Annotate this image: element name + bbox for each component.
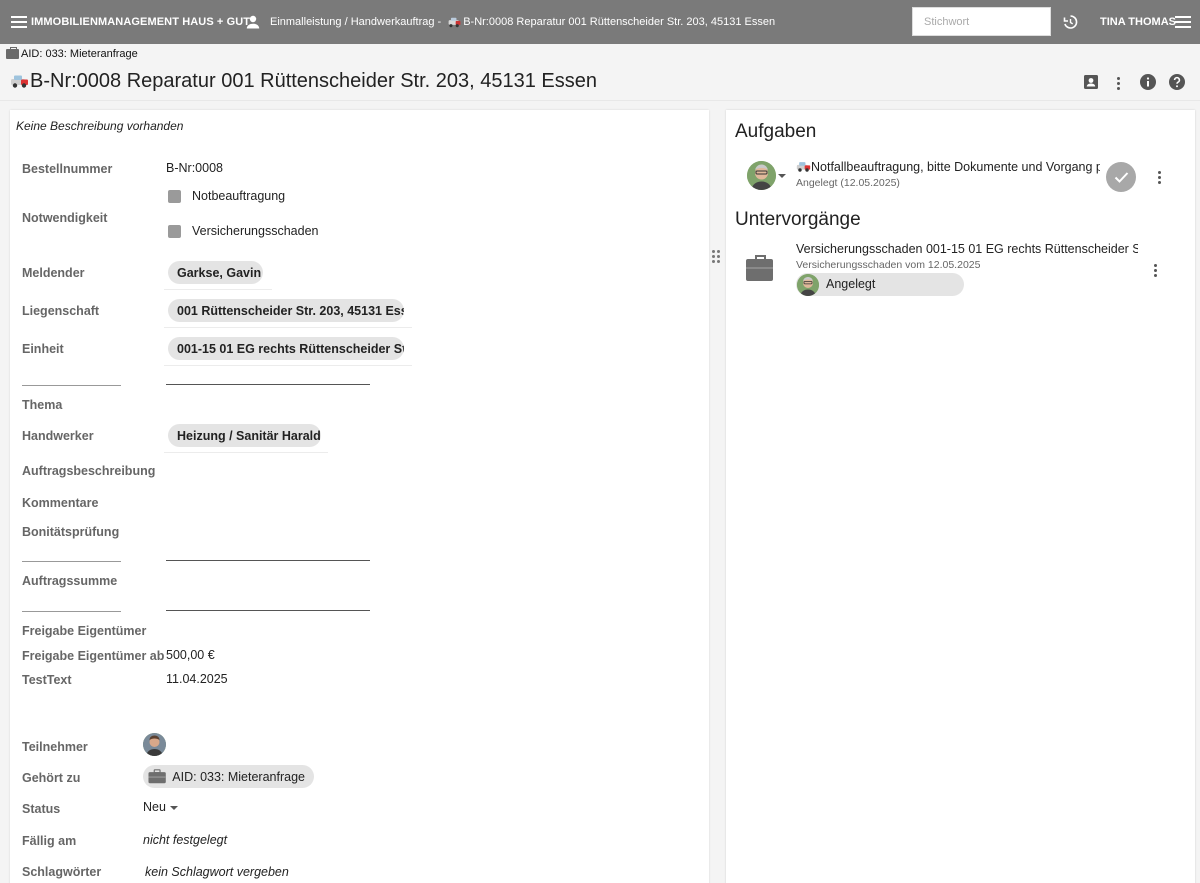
liegenschaft-chip[interactable]: 001 Rüttenscheider Str. 203, 45131 Essen bbox=[168, 299, 404, 322]
description-text: Keine Beschreibung vorhanden bbox=[16, 119, 184, 133]
subprocess-status: Angelegt bbox=[826, 277, 876, 291]
gehoert-label: Gehört zu bbox=[22, 771, 81, 785]
versicherungsschaden-label: Versicherungsschaden bbox=[192, 224, 319, 238]
testtext-value: 11.04.2025 bbox=[166, 672, 228, 686]
breadcrumb-label: AID: 033: Mieteranfrage bbox=[21, 48, 138, 60]
divider bbox=[164, 289, 272, 290]
schlagwoerter-label: Schlagwörter bbox=[22, 865, 102, 879]
contact-book-icon[interactable] bbox=[1082, 73, 1100, 91]
testtext-label: TestText bbox=[22, 673, 72, 687]
top-bar: IMMOBILIENMANAGEMENT HAUS + GUT Einmalle… bbox=[0, 0, 1200, 44]
breadcrumb[interactable]: AID: 033: Mieteranfrage bbox=[6, 47, 138, 61]
context-record: B-Nr:0008 Reparatur 001 Rüttenscheider S… bbox=[463, 16, 776, 28]
untervorgaenge-title: Untervorgänge bbox=[735, 209, 861, 230]
resize-handle[interactable] bbox=[712, 250, 721, 264]
details-panel bbox=[10, 110, 709, 883]
bonitaet-input-line[interactable] bbox=[166, 560, 370, 561]
auftragssumme-input-line[interactable] bbox=[166, 610, 370, 611]
history-icon bbox=[1063, 15, 1078, 29]
divider bbox=[164, 327, 412, 328]
task-title[interactable]: Notfallbeauftragung, bitte Dokumente und… bbox=[796, 160, 1100, 174]
gehoert-value: AID: 033: Mieteranfrage bbox=[172, 769, 305, 784]
chevron-down-icon[interactable] bbox=[170, 806, 178, 810]
liegenschaft-label: Liegenschaft bbox=[22, 304, 100, 318]
context-prefix: Einmalleistung / Handwerkauftrag - bbox=[270, 16, 442, 28]
kommentare-label: Kommentare bbox=[22, 496, 99, 510]
user-name[interactable]: TINA THOMAS bbox=[1100, 0, 1176, 44]
teilnehmer-label: Teilnehmer bbox=[22, 740, 88, 754]
car-icon bbox=[11, 75, 28, 88]
notbeauftragung-label: Notbeauftragung bbox=[192, 189, 286, 203]
bonitaet-label: Bonitätsprüfung bbox=[22, 525, 120, 539]
subprocess-title[interactable]: Versicherungsschaden 001-15 01 EG rechts… bbox=[796, 242, 1138, 256]
more-vert-icon[interactable] bbox=[1154, 264, 1158, 279]
search-input[interactable] bbox=[912, 7, 1051, 36]
car-icon bbox=[448, 17, 461, 27]
freigabe-label: Freigabe Eigentümer bbox=[22, 624, 147, 638]
schlagwoerter-value[interactable]: kein Schlagwort vergeben bbox=[145, 865, 289, 879]
meldender-chip[interactable]: Garkse, Gavin bbox=[168, 261, 263, 284]
subprocess-status-pill[interactable] bbox=[796, 273, 964, 296]
app-title[interactable]: IMMOBILIENMANAGEMENT HAUS + GUT bbox=[31, 0, 250, 44]
main-menu-button[interactable] bbox=[11, 0, 27, 44]
divider bbox=[22, 561, 121, 562]
thema-label: Thema bbox=[22, 398, 63, 412]
menu-icon bbox=[1175, 16, 1191, 28]
bestellnummer-value: B-Nr:0008 bbox=[166, 161, 223, 175]
notwendigkeit-label: Notwendigkeit bbox=[22, 211, 108, 225]
thema-input-line[interactable] bbox=[166, 384, 370, 385]
page-title: B-Nr:0008 Reparatur 001 Rüttenscheider S… bbox=[10, 68, 597, 94]
complete-task-button[interactable] bbox=[1106, 162, 1136, 192]
subprocess-avatar bbox=[797, 274, 819, 296]
meldender-label: Meldender bbox=[22, 266, 85, 280]
faellig-value[interactable]: nicht festgelegt bbox=[143, 833, 227, 847]
history-button[interactable] bbox=[1062, 0, 1078, 44]
user-menu-button[interactable] bbox=[1175, 0, 1191, 44]
divider bbox=[22, 611, 121, 612]
task-status: Angelegt (12.05.2025) bbox=[796, 177, 900, 189]
handwerker-label: Handwerker bbox=[22, 429, 94, 443]
participant-avatar[interactable] bbox=[143, 733, 166, 756]
status-value[interactable]: Neu bbox=[143, 800, 166, 814]
header-divider bbox=[0, 100, 1200, 101]
gehoert-chip[interactable]: AID: 033: Mieteranfrage bbox=[143, 765, 314, 788]
freigabe-ab-value: 500,00 € bbox=[166, 648, 215, 662]
aufgaben-title: Aufgaben bbox=[735, 121, 817, 142]
subprocess-subtitle: Versicherungsschaden vom 12.05.2025 bbox=[796, 259, 981, 271]
help-icon[interactable] bbox=[1168, 73, 1186, 91]
status-label: Status bbox=[22, 802, 61, 816]
task-assignee-avatar[interactable] bbox=[747, 161, 776, 190]
person-icon[interactable] bbox=[245, 0, 261, 44]
bestellnummer-label: Bestellnummer bbox=[22, 162, 113, 176]
task-title-text: Notfallbeauftragung, bitte Dokumente und… bbox=[811, 160, 1100, 174]
briefcase-icon bbox=[746, 255, 773, 281]
freigabe-ab-label: Freigabe Eigentümer ab bbox=[22, 649, 165, 663]
divider bbox=[164, 452, 328, 453]
page-title-text: B-Nr:0008 Reparatur 001 Rüttenscheider S… bbox=[30, 69, 598, 92]
faellig-label: Fällig am bbox=[22, 834, 77, 848]
context-breadcrumb[interactable]: Einmalleistung / Handwerkauftrag - B-Nr:… bbox=[270, 0, 775, 44]
auftragssumme-label: Auftragssumme bbox=[22, 574, 118, 588]
handwerker-chip[interactable]: Heizung / Sanitär Harald bbox=[168, 424, 321, 447]
einheit-chip[interactable]: 001-15 01 EG rechts Rüttenscheider Str. … bbox=[168, 337, 404, 360]
divider bbox=[22, 385, 121, 386]
notbeauftragung-checkbox[interactable] bbox=[168, 190, 181, 203]
briefcase-icon bbox=[148, 769, 166, 784]
more-vert-icon[interactable] bbox=[1158, 171, 1162, 186]
chevron-down-icon[interactable] bbox=[778, 174, 786, 178]
auftragsbeschreibung-label: Auftragsbeschreibung bbox=[22, 464, 156, 478]
einheit-label: Einheit bbox=[22, 342, 64, 356]
info-icon[interactable] bbox=[1139, 73, 1157, 91]
check-icon bbox=[1114, 172, 1128, 183]
more-vert-icon[interactable] bbox=[1117, 77, 1121, 92]
divider bbox=[164, 365, 412, 366]
car-icon bbox=[796, 162, 811, 172]
versicherungsschaden-checkbox[interactable] bbox=[168, 225, 181, 238]
menu-icon bbox=[11, 16, 27, 28]
briefcase-icon bbox=[6, 47, 19, 59]
